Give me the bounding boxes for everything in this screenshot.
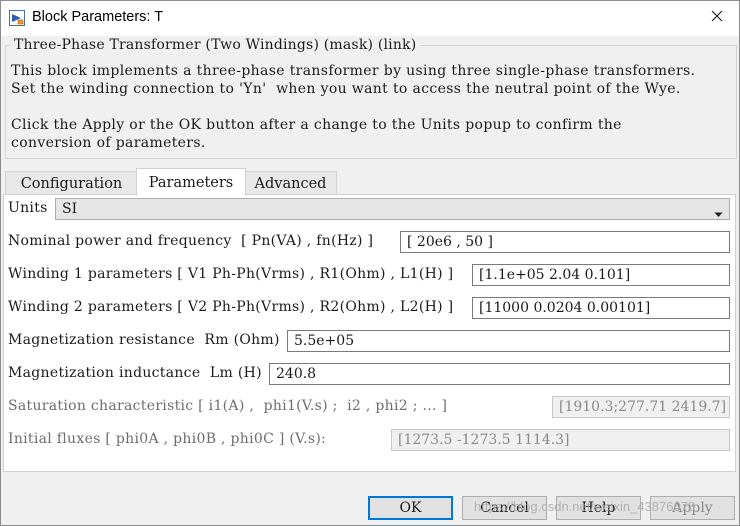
description-line-3: Click the Apply or the OK button after a… — [11, 117, 622, 133]
magnetization-resistance-label: Magnetization resistance Rm (Ohm) — [8, 332, 280, 348]
saturation-field: [1910.3;277.71 2419.7] — [552, 396, 730, 418]
description-line-4: conversion of parameters. — [11, 135, 206, 151]
winding1-field[interactable]: [1.1e+05 2.04 0.101] — [472, 264, 730, 286]
winding2-label: Winding 2 parameters [ V2 Ph-Ph(Vrms) , … — [8, 299, 454, 315]
close-button[interactable] — [694, 0, 740, 36]
description-line-2: Set the winding connection to 'Yn' when … — [11, 81, 681, 97]
close-icon — [711, 9, 723, 27]
simulink-block-icon — [9, 10, 25, 26]
title-bar: Block Parameters: T — [0, 0, 740, 36]
magnetization-inductance-field[interactable]: 240.8 — [269, 363, 730, 385]
units-label: Units — [8, 200, 48, 216]
units-select[interactable]: SI — [55, 198, 730, 220]
initial-fluxes-label: Initial fluxes [ phi0A , phi0B , phi0C ]… — [8, 431, 327, 447]
cancel-button[interactable]: Cancel — [462, 496, 547, 520]
window-title: Block Parameters: T — [32, 9, 164, 25]
chevron-down-icon — [714, 206, 723, 222]
winding1-label: Winding 1 parameters [ V1 Ph-Ph(Vrms) , … — [8, 266, 454, 282]
nominal-power-label: Nominal power and frequency [ Pn(VA) , f… — [8, 233, 374, 249]
initial-fluxes-field: [1273.5 -1273.5 1114.3] — [391, 429, 730, 451]
tab-advanced[interactable]: Advanced — [244, 171, 337, 195]
apply-button[interactable]: Apply — [650, 496, 735, 520]
saturation-label: Saturation characteristic [ i1(A) , phi1… — [8, 398, 448, 414]
description-line-1: This block implements a three-phase tran… — [11, 63, 696, 79]
mask-title: Three-Phase Transformer (Two Windings) (… — [10, 37, 421, 53]
magnetization-resistance-field[interactable]: 5.5e+05 — [287, 330, 730, 352]
nominal-power-field[interactable]: [ 20e6 , 50 ] — [400, 231, 730, 253]
ok-button[interactable]: OK — [368, 496, 453, 520]
tab-parameters[interactable]: Parameters — [136, 168, 246, 196]
units-value: SI — [62, 201, 78, 217]
winding2-field[interactable]: [11000 0.0204 0.00101] — [472, 297, 730, 319]
help-button[interactable]: Help — [556, 496, 641, 520]
tab-configuration[interactable]: Configuration — [5, 171, 138, 195]
magnetization-inductance-label: Magnetization inductance Lm (H) — [8, 365, 262, 381]
